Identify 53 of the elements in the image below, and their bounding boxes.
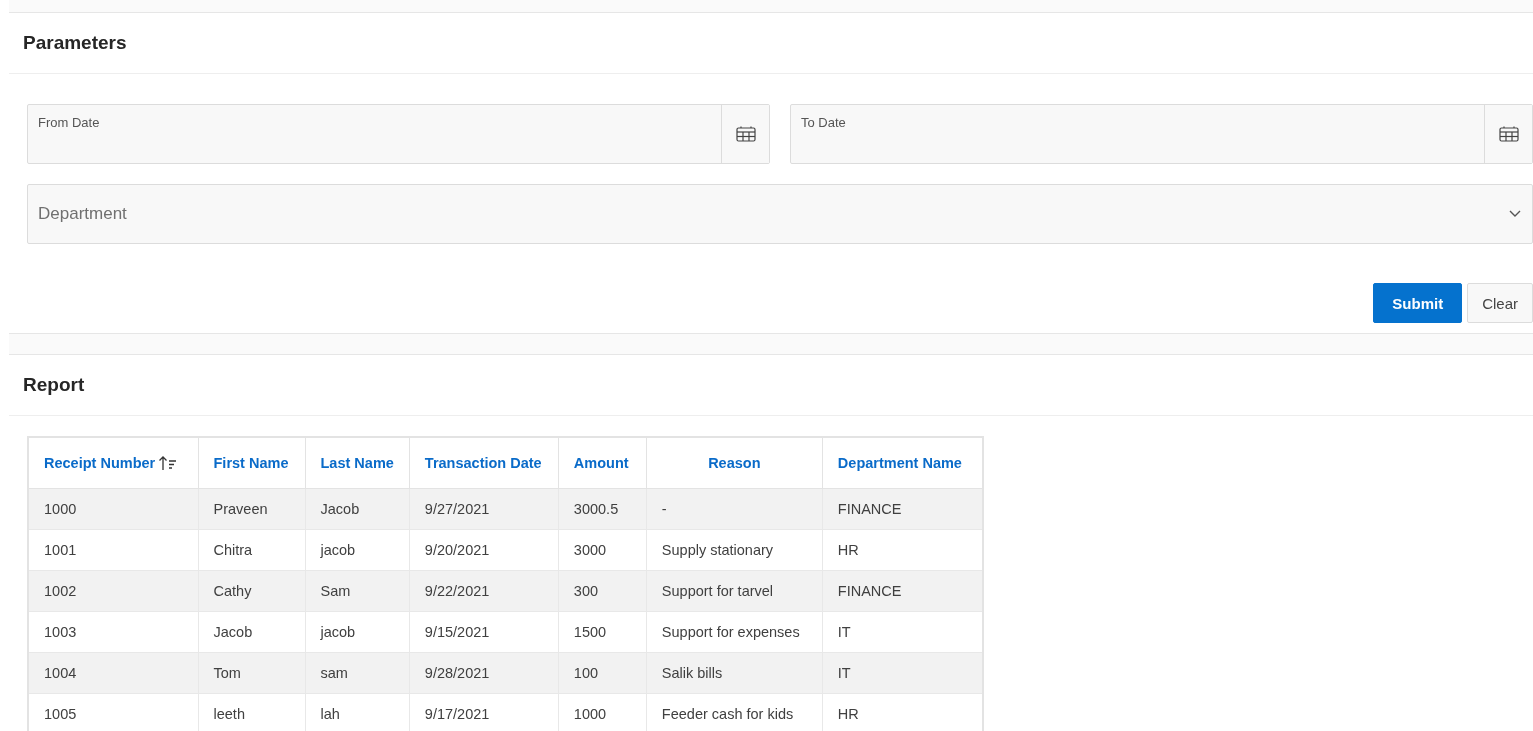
table-cell: Salik bills (646, 652, 823, 694)
table-cell: 3000.5 (558, 488, 647, 530)
table-cell: 1004 (28, 652, 198, 694)
column-header[interactable]: Transaction Date (409, 437, 559, 489)
table-cell: Jacob (305, 488, 410, 530)
table-cell: 9/28/2021 (409, 652, 559, 694)
table-cell: Supply stationary (646, 529, 823, 571)
column-header[interactable]: Reason (646, 437, 823, 489)
table-cell: 1001 (28, 529, 198, 571)
column-header[interactable]: Last Name (305, 437, 410, 489)
table-cell: Jacob (198, 611, 305, 653)
table-cell: jacob (305, 611, 410, 653)
table-cell: jacob (305, 529, 410, 571)
region-title: Parameters (23, 32, 127, 54)
table-cell: 1002 (28, 570, 198, 612)
calendar-icon (735, 126, 756, 142)
table-cell: FINANCE (822, 488, 984, 530)
calendar-icon (1498, 126, 1519, 142)
department-select[interactable]: Department (27, 184, 1533, 244)
column-header[interactable]: Receipt Number (28, 437, 198, 489)
table-cell: Praveen (198, 488, 305, 530)
table-cell: sam (305, 652, 410, 694)
date-field[interactable]: From Date (27, 104, 770, 164)
table-cell: 9/22/2021 (409, 570, 559, 612)
table-cell: 9/20/2021 (409, 529, 559, 571)
table-cell: 1003 (28, 611, 198, 653)
column-header[interactable]: Amount (558, 437, 647, 489)
table-cell: 9/27/2021 (409, 488, 559, 530)
sort-ascending-icon (158, 455, 179, 471)
table-cell: Cathy (198, 570, 305, 612)
clear-button[interactable]: Clear (1467, 283, 1533, 323)
region-title: Report (23, 374, 85, 396)
chevron-down-icon (1509, 210, 1521, 218)
submit-button[interactable]: Submit (1373, 283, 1463, 323)
table-cell: - (646, 488, 823, 530)
table-cell: IT (822, 652, 984, 694)
date-field[interactable]: To Date (790, 104, 1533, 164)
table-cell: Support for tarvel (646, 570, 823, 612)
table-cell: Chitra (198, 529, 305, 571)
column-header[interactable]: Department Name (822, 437, 984, 489)
calendar-button[interactable] (721, 105, 769, 163)
table-cell: Support for expenses (646, 611, 823, 653)
table-cell: Sam (305, 570, 410, 612)
column-header[interactable]: First Name (198, 437, 305, 489)
table-cell: 100 (558, 652, 647, 694)
table-cell: 1000 (28, 488, 198, 530)
calendar-button[interactable] (1484, 105, 1532, 163)
table-cell: Tom (198, 652, 305, 694)
table-cell: FINANCE (822, 570, 984, 612)
table-cell: 1500 (558, 611, 647, 653)
table-cell: 300 (558, 570, 647, 612)
table-cell: 9/15/2021 (409, 611, 559, 653)
table-cell: 3000 (558, 529, 647, 571)
